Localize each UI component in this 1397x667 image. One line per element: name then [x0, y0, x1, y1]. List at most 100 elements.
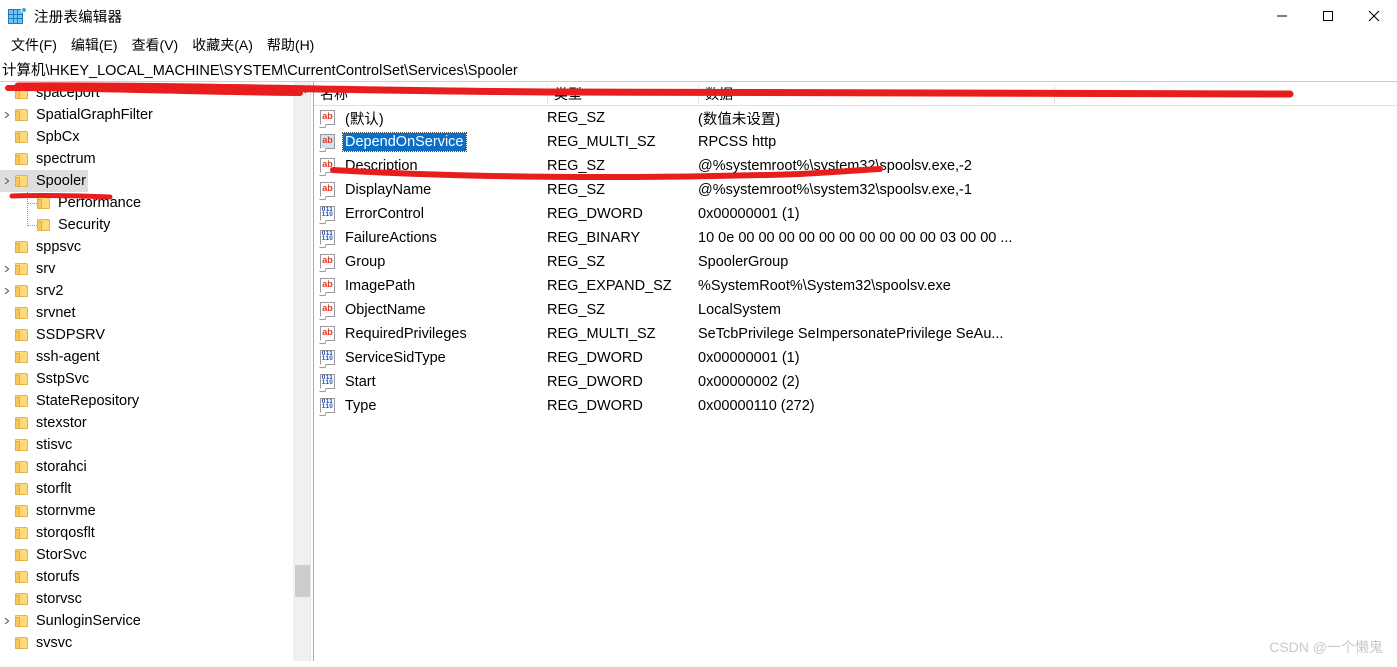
folder-icon	[36, 218, 52, 232]
expand-arrow-icon[interactable]	[0, 170, 14, 192]
value-type: REG_SZ	[547, 254, 606, 270]
tree-node-label: SpbCx	[36, 129, 80, 145]
value-type: REG_DWORD	[547, 398, 643, 414]
tree-node-label: sppsvc	[36, 239, 82, 255]
tree-node-storsvc[interactable]: StorSvc	[0, 544, 310, 566]
tree-node-label: Performance	[58, 195, 142, 211]
minimize-button[interactable]	[1259, 0, 1305, 32]
tree-node-stisvc[interactable]: stisvc	[0, 434, 310, 456]
tree-node-storufs[interactable]: storufs	[0, 566, 310, 588]
tree-node-stexstor[interactable]: stexstor	[0, 412, 310, 434]
maximize-button[interactable]	[1305, 0, 1351, 32]
folder-icon	[14, 416, 30, 430]
expand-arrow-icon[interactable]	[0, 280, 14, 302]
tree-node-sstpsvc[interactable]: SstpSvc	[0, 368, 310, 390]
value-row[interactable]: 011 110 FailureActions REG_BINARY 10 0e 00 0…	[314, 226, 1397, 250]
values-list-header: 名称 类型 数据	[314, 82, 1397, 106]
tree-scrollbar-thumb[interactable]	[295, 565, 310, 597]
tree-node-storvsc[interactable]: storvsc	[0, 588, 310, 610]
value-type: REG_SZ	[547, 110, 606, 126]
menu-edit[interactable]: 编辑(E)	[64, 33, 125, 57]
value-type: REG_DWORD	[547, 350, 643, 366]
tree-node-spaceport[interactable]: spaceport	[0, 82, 310, 104]
tree-node-sunloginservice[interactable]: SunloginService	[0, 610, 310, 632]
tree-node-ssdpsrv[interactable]: SSDPSRV	[0, 324, 310, 346]
column-header-name[interactable]: 名称	[314, 82, 547, 106]
string-value-icon: ab	[319, 157, 337, 176]
csdn-watermark: CSDN @一个懒鬼	[1269, 639, 1383, 655]
close-button[interactable]	[1351, 0, 1397, 32]
tree-node-svsvc[interactable]: svsvc	[0, 632, 310, 654]
value-row[interactable]: ab RequiredPrivileges REG_MULTI_SZ SeTcbPri…	[314, 322, 1397, 346]
folder-icon	[14, 108, 30, 122]
expand-arrow-icon[interactable]	[0, 610, 14, 632]
address-bar[interactable]: 计算机\HKEY_LOCAL_MACHINE\SYSTEM\CurrentCon…	[0, 58, 1397, 82]
tree-node-label: srv	[36, 261, 56, 277]
tree-node-srv2[interactable]: srv2	[0, 280, 310, 302]
tree-node-storqosflt[interactable]: storqosflt	[0, 522, 310, 544]
value-row[interactable]: ab DependOnService REG_MULTI_SZ RPCSS http	[314, 130, 1397, 154]
menu-favorites[interactable]: 收藏夹(A)	[185, 33, 260, 57]
value-row[interactable]: ab (默认) REG_SZ (数值未设置)	[314, 106, 1397, 130]
tree-scrollbar[interactable]	[293, 82, 310, 661]
value-name: Type	[345, 398, 377, 414]
value-name: (默认)	[345, 111, 384, 128]
expand-arrow-icon[interactable]	[0, 104, 14, 126]
tree-node-staterepository[interactable]: StateRepository	[0, 390, 310, 412]
value-row[interactable]: ab ObjectName REG_SZ LocalSystem	[314, 298, 1397, 322]
value-row[interactable]: 011 110 ServiceSidType REG_DWORD 0x00000001 …	[314, 346, 1397, 370]
value-row[interactable]: 011 110 Type REG_DWORD 0x00000110 (272)	[314, 394, 1397, 418]
scroll-up-arrow-icon[interactable]	[294, 82, 310, 99]
column-header-type[interactable]: 类型	[548, 82, 698, 106]
value-data: SeTcbPrivilege SeImpersonatePrivilege Se…	[698, 326, 1004, 342]
menu-file[interactable]: 文件(F)	[4, 33, 64, 57]
folder-icon	[14, 86, 30, 100]
string-value-icon: ab	[319, 301, 337, 320]
tree-node-label: svsvc	[36, 635, 73, 651]
tree-node-ssh-agent[interactable]: ssh-agent	[0, 346, 310, 368]
tree-node-spbcx[interactable]: SpbCx	[0, 126, 310, 148]
tree-node-sppsvc[interactable]: sppsvc	[0, 236, 310, 258]
value-data: RPCSS http	[698, 134, 777, 150]
value-data: 0x00000110 (272)	[698, 398, 815, 414]
string-value-icon: ab	[319, 109, 337, 128]
tree-indent-spacer	[0, 566, 14, 588]
value-type: REG_SZ	[547, 302, 606, 318]
tree-node-spatialgraphfilter[interactable]: SpatialGraphFilter	[0, 104, 310, 126]
tree-node-srvnet[interactable]: srvnet	[0, 302, 310, 324]
value-row[interactable]: ab DisplayName REG_SZ @%systemroot%\system3…	[314, 178, 1397, 202]
tree-node-storahci[interactable]: storahci	[0, 456, 310, 478]
folder-icon	[14, 306, 30, 320]
tree-node-security[interactable]: Security	[0, 214, 310, 236]
registry-tree-pane[interactable]: spaceport SpatialGraphFilter SpbCx spectrum…	[0, 82, 310, 661]
tree-node-performance[interactable]: Performance	[0, 192, 310, 214]
value-row[interactable]: 011 110 ErrorControl REG_DWORD 0x00000001 (1…	[314, 202, 1397, 226]
menu-help[interactable]: 帮助(H)	[260, 33, 321, 57]
tree-node-spectrum[interactable]: spectrum	[0, 148, 310, 170]
tree-indent-spacer	[0, 522, 14, 544]
expand-arrow-icon[interactable]	[0, 258, 14, 280]
window-title: 注册表编辑器	[34, 9, 123, 26]
tree-node-srv[interactable]: srv	[0, 258, 310, 280]
folder-icon	[14, 548, 30, 562]
column-header-data[interactable]: 数据	[699, 82, 1054, 106]
tree-node-label: stexstor	[36, 415, 87, 431]
value-row[interactable]: ab ImagePath REG_EXPAND_SZ %SystemRoot%\Sys…	[314, 274, 1397, 298]
value-data: @%systemroot%\system32\spoolsv.exe,-2	[698, 158, 972, 174]
menu-view[interactable]: 查看(V)	[125, 33, 186, 57]
tree-node-storflt[interactable]: storflt	[0, 478, 310, 500]
tree-node-label: StorSvc	[36, 547, 87, 563]
folder-icon	[36, 196, 52, 210]
value-type: REG_EXPAND_SZ	[547, 278, 672, 294]
folder-icon	[14, 284, 30, 298]
tree-node-stornvme[interactable]: stornvme	[0, 500, 310, 522]
value-row[interactable]: ab Description REG_SZ @%systemroot%\system3…	[314, 154, 1397, 178]
value-row[interactable]: ab Group REG_SZ SpoolerGroup	[314, 250, 1397, 274]
tree-node-spooler[interactable]: Spooler	[0, 170, 310, 192]
value-data: %SystemRoot%\System32\spoolsv.exe	[698, 278, 951, 294]
menu-bar: 文件(F) 编辑(E) 查看(V) 收藏夹(A) 帮助(H)	[0, 32, 1397, 58]
value-row[interactable]: 011 110 Start REG_DWORD 0x00000002 (2)	[314, 370, 1397, 394]
tree-node-label: stornvme	[36, 503, 96, 519]
folder-icon	[14, 350, 30, 364]
values-list-pane[interactable]: 名称 类型 数据 ab (默认) REG_SZ (数值未设置) ab DependOnSe…	[314, 82, 1397, 661]
